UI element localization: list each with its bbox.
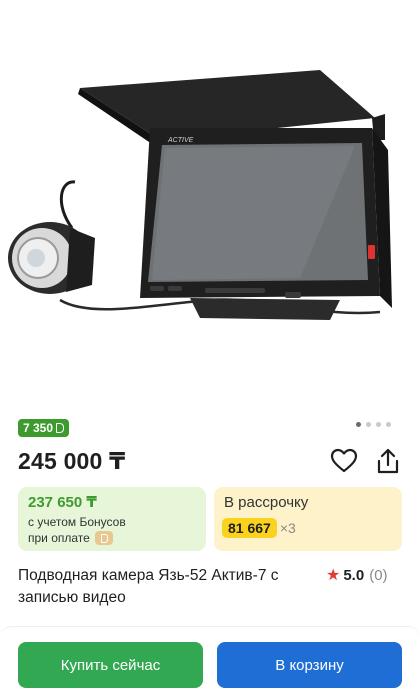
star-icon: ★ bbox=[326, 567, 341, 584]
product-rating[interactable]: ★ 5.0 (0) bbox=[326, 565, 388, 587]
share-icon[interactable] bbox=[374, 447, 402, 475]
installment-label: В рассрочку bbox=[224, 494, 309, 511]
screen-brand-label: ACTIVE bbox=[167, 137, 194, 144]
product-price: 245 000 ₸ bbox=[18, 448, 126, 474]
gallery-dot[interactable] bbox=[356, 422, 361, 427]
bonus-price-note-payment: при оплате bbox=[28, 531, 113, 545]
bonus-price-amount: 237 650 ₸ bbox=[28, 494, 97, 511]
product-title: Подводная камера Язь-52 Актив-7 с запись… bbox=[18, 567, 279, 606]
installment-multiplier: ×3 bbox=[279, 520, 296, 536]
bonus-chip-value: 7 350 bbox=[23, 421, 54, 435]
installment-card[interactable]: В рассрочку 81 667 ×3 bbox=[214, 487, 402, 551]
product-photo[interactable]: ACTIVE bbox=[0, 0, 420, 410]
bonus-price-note: с учетом Бонусов bbox=[28, 515, 126, 529]
bonus-chip: 7 350 bbox=[18, 419, 70, 437]
gallery-dot[interactable] bbox=[366, 422, 371, 427]
gallery-dot[interactable] bbox=[376, 422, 381, 427]
installment-amount: 81 667 bbox=[222, 518, 277, 538]
bonus-b-icon bbox=[94, 531, 113, 545]
add-to-cart-button[interactable]: В корзину bbox=[217, 642, 402, 688]
favorite-heart-icon[interactable] bbox=[330, 448, 358, 474]
bonus-price-note-text: при оплате bbox=[28, 531, 90, 545]
rating-value: 5.0 bbox=[343, 567, 365, 584]
underwater-camera-illustration: ACTIVE bbox=[8, 70, 392, 320]
installment-row: 81 667 ×3 bbox=[222, 518, 296, 538]
gallery-dot[interactable] bbox=[386, 422, 391, 427]
buy-now-button[interactable]: Купить сейчас bbox=[18, 642, 203, 688]
bonus-price-card[interactable]: 237 650 ₸ с учетом Бонусов при оплате bbox=[18, 487, 206, 551]
gallery-indicator[interactable] bbox=[356, 422, 391, 427]
bonus-b-icon bbox=[56, 423, 65, 433]
rating-count: (0) bbox=[369, 567, 388, 584]
